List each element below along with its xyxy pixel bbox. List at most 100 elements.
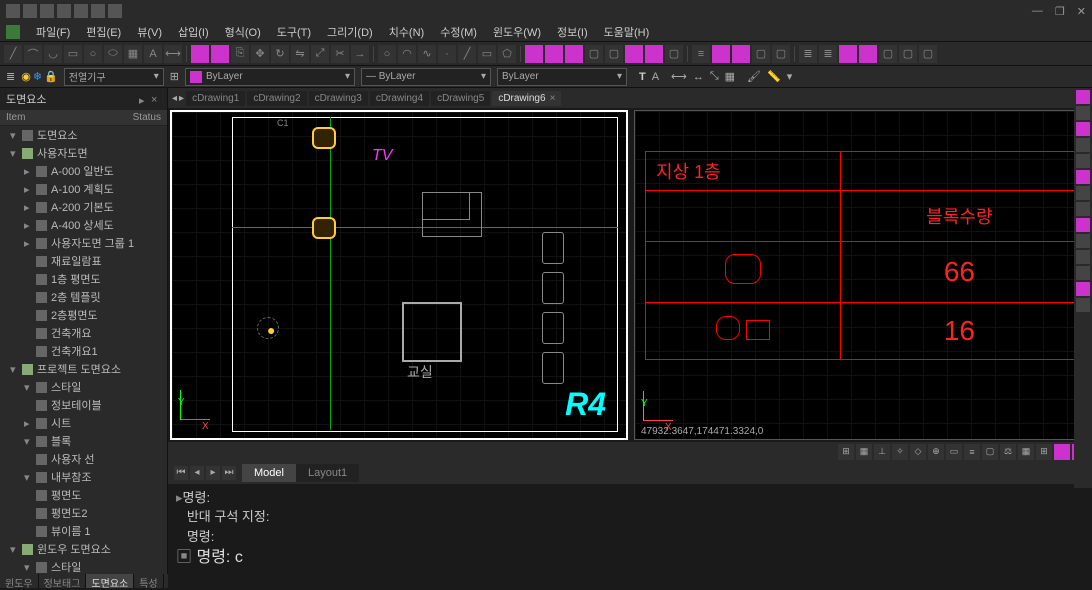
tool-circle[interactable]: ○ (84, 45, 102, 63)
layer-manager-icon[interactable]: ≣ (6, 70, 15, 83)
print-icon[interactable] (108, 4, 122, 18)
tool-m8[interactable] (712, 45, 730, 63)
tool-b1[interactable]: ▢ (585, 45, 603, 63)
tab-close-icon[interactable]: × (550, 93, 556, 104)
first-icon[interactable]: ⏮ (174, 466, 188, 480)
rtool-11[interactable] (1076, 250, 1090, 264)
tree-a400[interactable]: ▸A-400 상세도 (0, 216, 167, 234)
snap-btn[interactable]: ⊞ (838, 444, 854, 460)
tool-spl[interactable]: ∿ (418, 45, 436, 63)
dim3-icon[interactable]: ⤡ (710, 70, 719, 83)
vp-btn2[interactable]: ⊞ (1036, 444, 1052, 460)
tool-b5[interactable]: ▢ (772, 45, 790, 63)
tree-proj[interactable]: ▾프로젝트 도면요소 (0, 360, 167, 378)
btab-window[interactable]: 윈도우 (0, 574, 39, 588)
tool-ellipse[interactable]: ⬭ (104, 45, 122, 63)
minimize-button[interactable]: — (1032, 5, 1043, 18)
doc-tab-1[interactable]: cDrawing1 (186, 91, 245, 106)
tool-dim[interactable]: ⟷ (164, 45, 182, 63)
redo-icon[interactable] (91, 4, 105, 18)
tree-innerref[interactable]: ▾내부참조 (0, 468, 167, 486)
tree-a000[interactable]: ▸A-000 일반도 (0, 162, 167, 180)
dyn-btn[interactable]: ▭ (946, 444, 962, 460)
tool-pline[interactable]: ⌒ (24, 45, 42, 63)
tab-nav-prev[interactable]: ◂ (172, 93, 177, 104)
tab-model[interactable]: Model (242, 464, 296, 482)
table-icon[interactable]: ▦ (725, 70, 735, 83)
prev-icon[interactable]: ◂ (190, 466, 204, 480)
tool-text[interactable]: A (144, 45, 162, 63)
tool-m9[interactable] (732, 45, 750, 63)
tree-mat[interactable]: 재료일람표 (0, 252, 167, 270)
tree-style[interactable]: ▾스타일 (0, 378, 167, 396)
rtool-9[interactable] (1076, 218, 1090, 232)
rtool-14[interactable] (1076, 298, 1090, 312)
tool-scale[interactable]: ⤢ (311, 45, 329, 63)
tool-trim[interactable]: ✂ (331, 45, 349, 63)
btab-drawing[interactable]: 도면요소 (86, 574, 134, 588)
tool-arc[interactable]: ◡ (44, 45, 62, 63)
tool-pt[interactable]: · (438, 45, 456, 63)
cmd-prompt[interactable]: ▣ 명령: c (176, 546, 1084, 570)
tool-arc2[interactable]: ◠ (398, 45, 416, 63)
tree-a100[interactable]: ▸A-100 계획도 (0, 180, 167, 198)
menu-info[interactable]: 정보(I) (557, 24, 588, 40)
tab-layout1[interactable]: Layout1 (296, 464, 359, 482)
tool-lin2[interactable]: ╱ (458, 45, 476, 63)
layer-current-dropdown[interactable]: 전열기구 ▾ (64, 68, 164, 86)
tool-m6[interactable] (625, 45, 643, 63)
menu-help[interactable]: 도움말(H) (604, 24, 650, 40)
cmd-input[interactable]: c (235, 549, 243, 566)
tool-m11[interactable] (859, 45, 877, 63)
track-btn[interactable]: ⊕ (928, 444, 944, 460)
maximize-button[interactable]: ❐ (1055, 5, 1065, 18)
command-line[interactable]: ▸명령: 반대 구석 지정: 명령: ▣ 명령: c (168, 484, 1092, 575)
tree-block[interactable]: ▾블록 (0, 432, 167, 450)
btab-props[interactable]: 특성 (134, 574, 163, 588)
tool-b4[interactable]: ▢ (752, 45, 770, 63)
custom-btn[interactable] (1054, 444, 1070, 460)
rtool-7[interactable] (1076, 186, 1090, 200)
vp-btn[interactable]: ▦ (1018, 444, 1034, 460)
close-button[interactable]: ✕ (1077, 5, 1086, 18)
doc-tab-5[interactable]: cDrawing5 (431, 91, 490, 106)
scale-btn[interactable]: ⚖ (1000, 444, 1016, 460)
tree-userdwg[interactable]: ▾사용자도면 (0, 144, 167, 162)
rtool-5[interactable] (1076, 154, 1090, 168)
text-tool-icon[interactable]: A (652, 71, 659, 83)
tree-view1[interactable]: 뷰이름 1 (0, 522, 167, 540)
rtool-10[interactable] (1076, 234, 1090, 248)
open-icon[interactable] (40, 4, 54, 18)
rtool-4[interactable] (1076, 138, 1090, 152)
menu-edit[interactable]: 편집(E) (86, 24, 121, 40)
tool-m4[interactable] (545, 45, 563, 63)
save-icon[interactable] (57, 4, 71, 18)
menu-dim[interactable]: 치수(N) (389, 24, 425, 40)
osnap-btn[interactable]: ◇ (910, 444, 926, 460)
tool-m5[interactable] (565, 45, 583, 63)
model-btn[interactable]: ▢ (982, 444, 998, 460)
tree-style2[interactable]: ▾스타일 (0, 558, 167, 574)
tool-m2[interactable] (211, 45, 229, 63)
tree-a200[interactable]: ▸A-200 기본도 (0, 198, 167, 216)
app-icon[interactable] (6, 4, 20, 18)
menu-modify[interactable]: 수정(M) (440, 24, 477, 40)
menu-view[interactable]: 뷰(V) (137, 24, 162, 40)
tree-arch[interactable]: 건축개요 (0, 324, 167, 342)
doc-tab-4[interactable]: cDrawing4 (370, 91, 429, 106)
tree-plan[interactable]: 평면도 (0, 486, 167, 504)
measure-icon[interactable]: 📏 (767, 70, 781, 83)
tool-m1[interactable] (191, 45, 209, 63)
last-icon[interactable]: ⏭ (222, 466, 236, 480)
doc-tab-6[interactable]: cDrawing6× (492, 91, 561, 106)
tool-extend[interactable]: → (351, 45, 369, 63)
rtool-2[interactable] (1076, 106, 1090, 120)
ortho-btn[interactable]: ⊥ (874, 444, 890, 460)
tree-plan2[interactable]: 평면도2 (0, 504, 167, 522)
tool-layer1[interactable]: ≣ (799, 45, 817, 63)
lw-btn[interactable]: ≡ (964, 444, 980, 460)
tool-mirror[interactable]: ⇋ (291, 45, 309, 63)
doc-tab-2[interactable]: cDrawing2 (247, 91, 306, 106)
rtool-8[interactable] (1076, 202, 1090, 216)
polar-btn[interactable]: ✧ (892, 444, 908, 460)
